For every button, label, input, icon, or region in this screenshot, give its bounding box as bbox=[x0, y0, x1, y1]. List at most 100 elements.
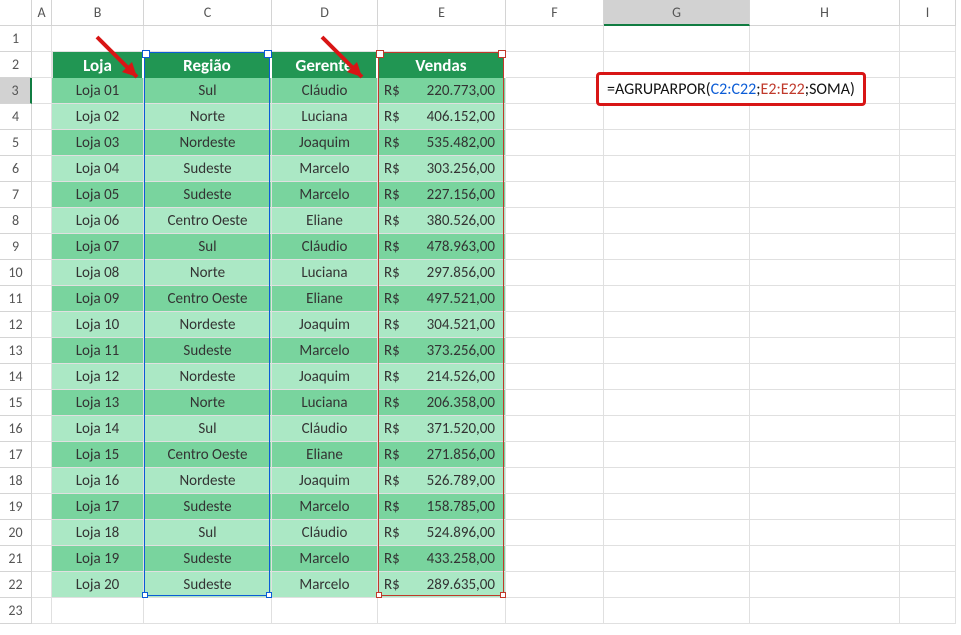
cell-I6[interactable] bbox=[900, 156, 956, 182]
cell-loja[interactable]: Loja 14 bbox=[52, 416, 144, 442]
cell-G5[interactable] bbox=[604, 130, 750, 156]
cell-E23[interactable] bbox=[378, 598, 506, 624]
cell-C23[interactable] bbox=[144, 598, 272, 624]
cell-A20[interactable] bbox=[32, 520, 52, 546]
cell-A19[interactable] bbox=[32, 494, 52, 520]
cell-gerente[interactable]: Luciana bbox=[272, 104, 378, 130]
cell-loja[interactable]: Loja 18 bbox=[52, 520, 144, 546]
cell-gerente[interactable]: Joaquim bbox=[272, 130, 378, 156]
cell-I12[interactable] bbox=[900, 312, 956, 338]
select-all-corner[interactable] bbox=[0, 0, 32, 26]
cell-gerente[interactable]: Marcelo bbox=[272, 572, 378, 598]
cell-G14[interactable] bbox=[604, 364, 750, 390]
cell-H22[interactable] bbox=[750, 572, 900, 598]
cell-gerente[interactable]: Marcelo bbox=[272, 156, 378, 182]
cell-H16[interactable] bbox=[750, 416, 900, 442]
cell-G8[interactable] bbox=[604, 208, 750, 234]
cell-F11[interactable] bbox=[506, 286, 604, 312]
cell-gerente[interactable]: Cláudio bbox=[272, 520, 378, 546]
table-header-gerente[interactable]: Gerente bbox=[272, 52, 378, 78]
cell-G6[interactable] bbox=[604, 156, 750, 182]
cell-loja[interactable]: Loja 13 bbox=[52, 390, 144, 416]
column-header-H[interactable]: H bbox=[750, 0, 900, 26]
cell-gerente[interactable]: Cláudio bbox=[272, 234, 378, 260]
cell-loja[interactable]: Loja 17 bbox=[52, 494, 144, 520]
cell-I11[interactable] bbox=[900, 286, 956, 312]
cell-gerente[interactable]: Marcelo bbox=[272, 546, 378, 572]
row-header-7[interactable]: 7 bbox=[0, 182, 32, 208]
cell-F20[interactable] bbox=[506, 520, 604, 546]
cell-H1[interactable] bbox=[750, 26, 900, 52]
cell-I2[interactable] bbox=[900, 52, 956, 78]
cell-B1[interactable] bbox=[52, 26, 144, 52]
cell-A16[interactable] bbox=[32, 416, 52, 442]
cell-F19[interactable] bbox=[506, 494, 604, 520]
cell-A3[interactable] bbox=[32, 78, 52, 104]
row-header-11[interactable]: 11 bbox=[0, 286, 32, 312]
cell-F17[interactable] bbox=[506, 442, 604, 468]
cell-I14[interactable] bbox=[900, 364, 956, 390]
formula-edit-box[interactable]: =AGRUPARPOR(C2:C22;E2:E22;SOMA) bbox=[596, 72, 866, 106]
cell-loja[interactable]: Loja 20 bbox=[52, 572, 144, 598]
cell-A5[interactable] bbox=[32, 130, 52, 156]
cell-H12[interactable] bbox=[750, 312, 900, 338]
cell-H23[interactable] bbox=[750, 598, 900, 624]
cell-vendas[interactable]: R$526.789,00 bbox=[378, 468, 506, 494]
cell-loja[interactable]: Loja 15 bbox=[52, 442, 144, 468]
cell-regiao[interactable]: Centro Oeste bbox=[144, 286, 272, 312]
cell-loja[interactable]: Loja 01 bbox=[52, 78, 144, 104]
cell-regiao[interactable]: Sudeste bbox=[144, 494, 272, 520]
cell-loja[interactable]: Loja 11 bbox=[52, 338, 144, 364]
cell-F3[interactable] bbox=[506, 78, 604, 104]
cell-F6[interactable] bbox=[506, 156, 604, 182]
row-header-1[interactable]: 1 bbox=[0, 26, 32, 52]
cell-loja[interactable]: Loja 09 bbox=[52, 286, 144, 312]
cell-F9[interactable] bbox=[506, 234, 604, 260]
cell-A10[interactable] bbox=[32, 260, 52, 286]
cell-regiao[interactable]: Sudeste bbox=[144, 572, 272, 598]
cell-vendas[interactable]: R$406.152,00 bbox=[378, 104, 506, 130]
cell-regiao[interactable]: Nordeste bbox=[144, 468, 272, 494]
cell-regiao[interactable]: Norte bbox=[144, 260, 272, 286]
cell-gerente[interactable]: Marcelo bbox=[272, 494, 378, 520]
cell-A12[interactable] bbox=[32, 312, 52, 338]
cell-I21[interactable] bbox=[900, 546, 956, 572]
cell-F21[interactable] bbox=[506, 546, 604, 572]
row-header-15[interactable]: 15 bbox=[0, 390, 32, 416]
cell-E1[interactable] bbox=[378, 26, 506, 52]
cell-regiao[interactable]: Sul bbox=[144, 520, 272, 546]
cell-I5[interactable] bbox=[900, 130, 956, 156]
row-header-22[interactable]: 22 bbox=[0, 572, 32, 598]
cell-A15[interactable] bbox=[32, 390, 52, 416]
cell-H4[interactable] bbox=[750, 104, 900, 130]
cell-vendas[interactable]: R$535.482,00 bbox=[378, 130, 506, 156]
row-header-2[interactable]: 2 bbox=[0, 52, 32, 78]
table-header-vendas[interactable]: Vendas bbox=[378, 52, 506, 78]
cell-G11[interactable] bbox=[604, 286, 750, 312]
cell-vendas[interactable]: R$227.156,00 bbox=[378, 182, 506, 208]
cell-A22[interactable] bbox=[32, 572, 52, 598]
cell-F7[interactable] bbox=[506, 182, 604, 208]
cell-vendas[interactable]: R$304.521,00 bbox=[378, 312, 506, 338]
cell-A2[interactable] bbox=[32, 52, 52, 78]
cell-G21[interactable] bbox=[604, 546, 750, 572]
cell-F18[interactable] bbox=[506, 468, 604, 494]
row-header-18[interactable]: 18 bbox=[0, 468, 32, 494]
column-header-F[interactable]: F bbox=[506, 0, 604, 26]
cell-G23[interactable] bbox=[604, 598, 750, 624]
cell-loja[interactable]: Loja 05 bbox=[52, 182, 144, 208]
cell-gerente[interactable]: Cláudio bbox=[272, 78, 378, 104]
cell-G1[interactable] bbox=[604, 26, 750, 52]
column-header-D[interactable]: D bbox=[272, 0, 378, 26]
cell-vendas[interactable]: R$497.521,00 bbox=[378, 286, 506, 312]
cell-F14[interactable] bbox=[506, 364, 604, 390]
cell-A21[interactable] bbox=[32, 546, 52, 572]
cell-regiao[interactable]: Sudeste bbox=[144, 182, 272, 208]
cell-gerente[interactable]: Eliane bbox=[272, 286, 378, 312]
cell-regiao[interactable]: Sul bbox=[144, 78, 272, 104]
cell-I15[interactable] bbox=[900, 390, 956, 416]
cell-loja[interactable]: Loja 07 bbox=[52, 234, 144, 260]
cell-H6[interactable] bbox=[750, 156, 900, 182]
cell-vendas[interactable]: R$158.785,00 bbox=[378, 494, 506, 520]
cell-A4[interactable] bbox=[32, 104, 52, 130]
